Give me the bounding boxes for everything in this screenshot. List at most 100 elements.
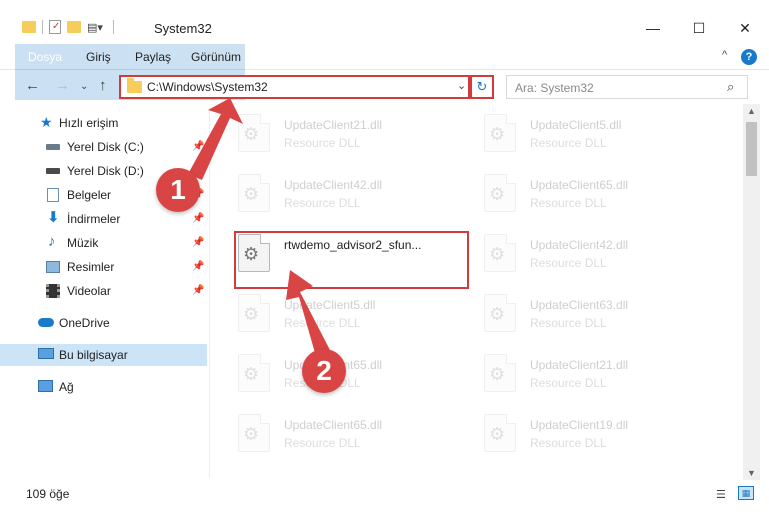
file-type: Resource DLL: [530, 436, 607, 450]
sidebar-item-label: İndirmeler: [67, 212, 121, 226]
collapse-ribbon-icon[interactable]: ^: [722, 49, 727, 61]
step-1-badge: 1: [156, 168, 200, 212]
quick-access-toolbar: ✓ ▤▾: [22, 20, 114, 34]
details-view-icon[interactable]: ☰: [716, 488, 726, 501]
sidebar-item-onedrive[interactable]: OneDrive: [0, 312, 207, 334]
sidebar-item-pictures[interactable]: Resimler 📌: [0, 256, 207, 278]
gear-icon: ⚙: [243, 364, 260, 384]
file-name: UpdateClient19.dll: [530, 418, 629, 432]
list-item[interactable]: ⚙ UpdateClient63.dll Resource DLL: [458, 288, 688, 344]
file-type: Resource DLL: [284, 316, 361, 330]
pin-icon[interactable]: 📌: [192, 232, 204, 254]
ribbon-tabs: Dosya Giriş Paylaş Görünüm: [0, 44, 769, 100]
close-button[interactable]: ✕: [722, 14, 768, 42]
tab-home[interactable]: Giriş: [75, 44, 122, 70]
pin-icon[interactable]: 📌: [192, 136, 204, 158]
tab-share[interactable]: Paylaş: [124, 44, 182, 70]
customize-toolbar-icon[interactable]: ▤▾: [87, 21, 103, 34]
minimize-button[interactable]: —: [630, 14, 676, 42]
scroll-up-icon[interactable]: ▲: [747, 106, 756, 116]
tab-view[interactable]: Görünüm: [180, 44, 252, 70]
gear-icon: ⚙: [489, 364, 506, 384]
sidebar-item-label: Yerel Disk (C:): [67, 140, 144, 154]
gear-icon: ⚙: [243, 184, 260, 204]
pin-icon[interactable]: 📌: [192, 256, 204, 278]
address-dropdown-icon[interactable]: ⌄: [457, 79, 466, 92]
sidebar-item-label: OneDrive: [59, 316, 110, 330]
sidebar-item-music[interactable]: ♪ Müzik 📌: [0, 232, 207, 254]
maximize-button[interactable]: ☐: [676, 14, 722, 42]
list-item[interactable]: ⚙ UpdateClient65.dll Resource DLL: [458, 168, 688, 224]
file-name: UpdateClient42.dll: [530, 238, 629, 252]
list-item[interactable]: ⚙ UpdateClient21.dll Resource DLL: [212, 108, 442, 164]
file-list: ⚙ UpdateClient21.dll Resource DLL ⚙ Upda…: [212, 104, 742, 474]
help-icon[interactable]: ?: [741, 49, 757, 65]
pin-icon[interactable]: 📌: [192, 208, 204, 230]
list-item[interactable]: ⚙ UpdateClient5.dll Resource DLL: [458, 108, 688, 164]
search-box[interactable]: Ara: System32 ⌕: [506, 75, 748, 99]
computer-icon: [38, 348, 54, 359]
sidebar-item-label: Ağ: [59, 380, 74, 394]
search-icon[interactable]: ⌕: [727, 79, 734, 95]
gear-icon: ⚙: [489, 184, 506, 204]
file-name: UpdateClient21.dll: [284, 118, 383, 132]
gear-icon: ⚙: [489, 244, 506, 264]
sidebar-item-network[interactable]: Ağ: [0, 376, 207, 398]
new-folder-icon[interactable]: [67, 21, 81, 33]
large-icons-view-icon[interactable]: ▦: [738, 486, 754, 500]
scroll-down-icon[interactable]: ▼: [747, 468, 756, 478]
address-path[interactable]: C:\Windows\System32: [147, 80, 268, 94]
sidebar-item-this-pc[interactable]: Bu bilgisayar: [0, 344, 207, 366]
file-type: Resource DLL: [284, 136, 361, 150]
list-item[interactable]: ⚙ UpdateClient5.dll Resource DLL: [212, 288, 442, 344]
file-name: UpdateClient5.dll: [530, 118, 622, 132]
sidebar-item-label: Yerel Disk (D:): [67, 164, 144, 178]
gear-icon: ⚙: [489, 424, 506, 444]
file-name: UpdateClient5.dll: [284, 298, 376, 312]
sidebar-item-videos[interactable]: Videolar 📌: [0, 280, 207, 302]
sidebar-item-disk-c[interactable]: Yerel Disk (C:) 📌: [0, 136, 207, 158]
sidebar-item-label: Belgeler: [67, 188, 112, 202]
search-input[interactable]: Ara: System32: [515, 81, 594, 95]
documents-icon: [47, 188, 59, 202]
recent-locations-button[interactable]: ⌄: [80, 81, 88, 92]
folder-icon: [127, 78, 142, 93]
list-item[interactable]: ⚙ UpdateClient19.dll Resource DLL: [458, 408, 688, 464]
window-title: System32: [154, 21, 212, 36]
file-name: UpdateClient65.dll: [284, 418, 383, 432]
address-bar[interactable]: C:\Windows\System32 ⌄: [119, 75, 470, 99]
music-icon: ♪: [48, 233, 56, 250]
sidebar-item-label: Resimler: [67, 260, 115, 274]
file-name: UpdateClient63.dll: [530, 298, 629, 312]
pin-icon[interactable]: 📌: [192, 280, 204, 302]
download-icon: ⬇: [47, 209, 60, 226]
back-button[interactable]: ←: [25, 77, 40, 94]
sidebar-item-label: Hızlı erişim: [59, 116, 119, 130]
sidebar-item-quick-access[interactable]: ★ Hızlı erişim: [0, 112, 207, 134]
file-name: UpdateClient21.dll: [530, 358, 629, 372]
file-type: Resource DLL: [530, 136, 607, 150]
gear-icon: ⚙: [489, 304, 506, 324]
drive-icon: [46, 144, 60, 150]
scroll-thumb[interactable]: [746, 122, 757, 176]
folder-icon[interactable]: [22, 21, 36, 33]
pictures-icon: [46, 261, 60, 273]
title-bar: ✓ ▤▾ System32 — ☐ ✕: [0, 0, 769, 42]
list-item[interactable]: ⚙ UpdateClient21.dll Resource DLL: [458, 348, 688, 404]
list-item[interactable]: ⚙ UpdateClient42.dll Resource DLL: [458, 228, 688, 284]
refresh-button[interactable]: ↻: [470, 75, 494, 99]
sidebar-item-label: Müzik: [67, 236, 99, 250]
up-button[interactable]: ↑: [99, 77, 107, 94]
list-item[interactable]: ⚙ UpdateClient42.dll Resource DLL: [212, 168, 442, 224]
vertical-scrollbar[interactable]: ▲ ▼: [743, 104, 760, 480]
file-highlight-box: [234, 231, 469, 289]
file-name: UpdateClient65.dll: [530, 178, 629, 192]
forward-button[interactable]: →: [55, 77, 70, 94]
gear-icon: ⚙: [243, 304, 260, 324]
separator: [42, 20, 43, 34]
file-type: Resource DLL: [530, 256, 607, 270]
properties-icon[interactable]: ✓: [49, 20, 61, 34]
list-item[interactable]: ⚙ UpdateClient65.dll Resource DLL: [212, 408, 442, 464]
file-type: Resource DLL: [530, 196, 607, 210]
file-type: Resource DLL: [530, 316, 607, 330]
